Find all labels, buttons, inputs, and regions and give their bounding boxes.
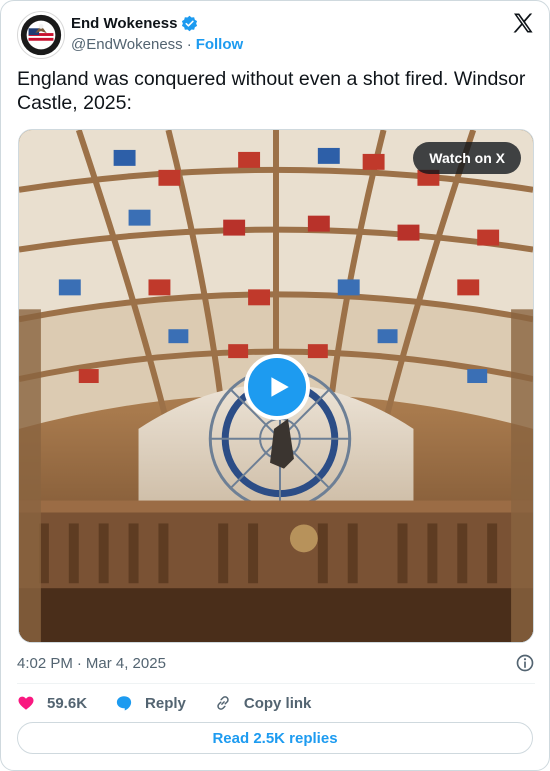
video-media[interactable]: Watch on X bbox=[18, 129, 534, 643]
divider bbox=[17, 683, 535, 684]
play-button[interactable] bbox=[244, 354, 310, 420]
user-info: End Wokeness @EndWokeness · Follow bbox=[71, 13, 243, 54]
heart-icon bbox=[18, 696, 34, 710]
tweet-card: End Wokeness @EndWokeness · Follow Engla… bbox=[0, 0, 550, 771]
copy-link-label: Copy link bbox=[243, 694, 312, 712]
info-icon[interactable] bbox=[515, 653, 535, 673]
link-icon bbox=[217, 696, 229, 710]
separator-dot: · bbox=[186, 36, 192, 53]
post-time[interactable]: 4:02 PM bbox=[17, 655, 73, 672]
follow-button[interactable]: Follow bbox=[196, 36, 244, 53]
post-date[interactable]: Mar 4, 2025 bbox=[86, 655, 166, 672]
tweet-text: England was conquered without even a sho… bbox=[17, 68, 526, 114]
verified-badge-icon bbox=[182, 15, 198, 31]
avatar[interactable] bbox=[17, 11, 65, 59]
play-icon bbox=[271, 377, 289, 397]
handle-row: @EndWokeness · Follow bbox=[71, 36, 243, 53]
watch-on-x-button[interactable]: Watch on X bbox=[413, 142, 521, 174]
reply-bubble-icon bbox=[116, 696, 132, 711]
name-row: End Wokeness bbox=[71, 13, 243, 33]
separator-dot: · bbox=[76, 654, 82, 672]
copy-link-button[interactable]: Copy link bbox=[214, 694, 312, 712]
eagle-flag-badge-icon bbox=[18, 12, 64, 58]
timestamp-row: 4:02 PM · Mar 4, 2025 bbox=[17, 653, 535, 673]
like-count: 59.6K bbox=[47, 694, 88, 712]
read-replies-button[interactable]: Read 2.5K replies bbox=[17, 722, 533, 754]
x-logo-icon[interactable] bbox=[511, 11, 535, 35]
author-name[interactable]: End Wokeness bbox=[71, 15, 177, 32]
author-handle[interactable]: @EndWokeness bbox=[71, 36, 183, 53]
reply-label: Reply bbox=[145, 694, 186, 712]
action-bar: 59.6K Reply Copy link bbox=[17, 693, 339, 713]
tweet-header: End Wokeness @EndWokeness · Follow bbox=[17, 11, 535, 59]
like-button[interactable]: 59.6K bbox=[17, 694, 87, 712]
reply-button[interactable]: Reply bbox=[115, 694, 186, 712]
